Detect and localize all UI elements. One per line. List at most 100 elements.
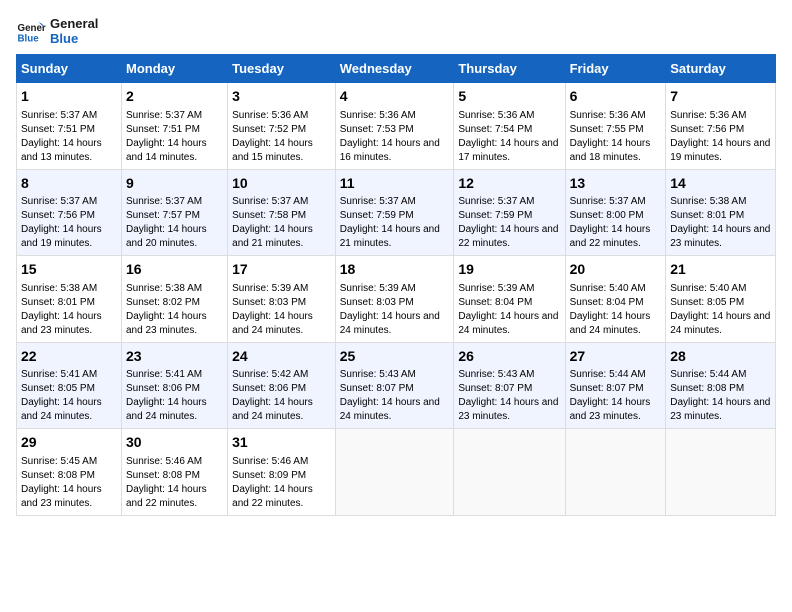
calendar-week-row: 8Sunrise: 5:37 AMSunset: 7:56 PMDaylight…: [17, 169, 776, 256]
calendar-cell: 7Sunrise: 5:36 AMSunset: 7:56 PMDaylight…: [666, 83, 776, 170]
calendar-cell: 27Sunrise: 5:44 AMSunset: 8:07 PMDayligh…: [565, 342, 666, 429]
calendar-cell: 30Sunrise: 5:46 AMSunset: 8:08 PMDayligh…: [121, 429, 227, 516]
calendar-cell: 16Sunrise: 5:38 AMSunset: 8:02 PMDayligh…: [121, 256, 227, 343]
sunset-text: Sunset: 8:01 PM: [21, 297, 95, 308]
weekday-header-friday: Friday: [565, 55, 666, 83]
sunset-text: Sunset: 8:07 PM: [570, 383, 644, 394]
sunset-text: Sunset: 8:06 PM: [232, 383, 306, 394]
day-number: 29: [21, 433, 117, 453]
sunrise-text: Sunrise: 5:41 AM: [21, 369, 97, 380]
calendar-week-row: 29 Sunrise: 5:45 AM Sunset: 8:08 PM Dayligh…: [17, 429, 776, 516]
sunrise-text: Sunrise: 5:42 AM: [232, 369, 308, 380]
sunset-text: Sunset: 8:08 PM: [126, 470, 200, 481]
sunrise-text: Sunrise: 5:41 AM: [126, 369, 202, 380]
day-number: 27: [570, 347, 662, 367]
calendar-cell: 23Sunrise: 5:41 AMSunset: 8:06 PMDayligh…: [121, 342, 227, 429]
daylight-text: Daylight: 14 hours and 23 minutes.: [670, 224, 770, 249]
sunrise-text: Sunrise: 5:36 AM: [670, 110, 746, 121]
sunrise-text: Sunrise: 5:39 AM: [232, 283, 308, 294]
daylight-text: Daylight: 14 hours and 16 minutes.: [340, 138, 440, 163]
weekday-header-sunday: Sunday: [17, 55, 122, 83]
day-number: 15: [21, 260, 117, 280]
sunrise-text: Sunrise: 5:37 AM: [21, 110, 97, 121]
daylight-text: Daylight: 14 hours and 17 minutes.: [458, 138, 558, 163]
calendar-cell: 31Sunrise: 5:46 AMSunset: 8:09 PMDayligh…: [228, 429, 336, 516]
calendar-cell: [565, 429, 666, 516]
daylight-text: Daylight: 14 hours and 14 minutes.: [126, 138, 207, 163]
sunrise-text: Sunrise: 5:43 AM: [340, 369, 416, 380]
calendar-cell: 21Sunrise: 5:40 AMSunset: 8:05 PMDayligh…: [666, 256, 776, 343]
sunrise-text: Sunrise: 5:40 AM: [670, 283, 746, 294]
calendar-cell: 17Sunrise: 5:39 AMSunset: 8:03 PMDayligh…: [228, 256, 336, 343]
logo: General Blue General Blue: [16, 16, 98, 46]
calendar-cell: 19Sunrise: 5:39 AMSunset: 8:04 PMDayligh…: [454, 256, 565, 343]
sunset-text: Sunset: 7:56 PM: [21, 210, 95, 221]
calendar-cell: 9Sunrise: 5:37 AMSunset: 7:57 PMDaylight…: [121, 169, 227, 256]
day-number: 20: [570, 260, 662, 280]
sunrise-text: Sunrise: 5:37 AM: [21, 196, 97, 207]
calendar-cell: 18Sunrise: 5:39 AMSunset: 8:03 PMDayligh…: [335, 256, 454, 343]
sunrise-text: Sunrise: 5:38 AM: [21, 283, 97, 294]
sunrise-text: Sunrise: 5:37 AM: [458, 196, 534, 207]
sunrise-text: Sunrise: 5:36 AM: [570, 110, 646, 121]
sunrise-text: Sunrise: 5:44 AM: [670, 369, 746, 380]
sunrise-text: Sunrise: 5:39 AM: [458, 283, 534, 294]
sunset-text: Sunset: 7:59 PM: [340, 210, 414, 221]
calendar-cell: 4Sunrise: 5:36 AMSunset: 7:53 PMDaylight…: [335, 83, 454, 170]
day-number: 16: [126, 260, 223, 280]
sunset-text: Sunset: 8:00 PM: [570, 210, 644, 221]
daylight-text: Daylight: 14 hours and 23 minutes.: [670, 397, 770, 422]
day-number: 25: [340, 347, 450, 367]
calendar-cell: 25Sunrise: 5:43 AMSunset: 8:07 PMDayligh…: [335, 342, 454, 429]
weekday-header-thursday: Thursday: [454, 55, 565, 83]
daylight-text: Daylight: 14 hours and 13 minutes.: [21, 138, 102, 163]
calendar-cell: 2Sunrise: 5:37 AMSunset: 7:51 PMDaylight…: [121, 83, 227, 170]
daylight-text: Daylight: 14 hours and 24 minutes.: [21, 397, 102, 422]
sunset-text: Sunset: 7:52 PM: [232, 124, 306, 135]
sunrise-text: Sunrise: 5:39 AM: [340, 283, 416, 294]
sunrise-text: Sunrise: 5:45 AM: [21, 456, 97, 467]
calendar-cell: [335, 429, 454, 516]
sunset-text: Sunset: 8:07 PM: [458, 383, 532, 394]
calendar-cell: 11Sunrise: 5:37 AMSunset: 7:59 PMDayligh…: [335, 169, 454, 256]
sunset-text: Sunset: 8:02 PM: [126, 297, 200, 308]
calendar-cell: 26Sunrise: 5:43 AMSunset: 8:07 PMDayligh…: [454, 342, 565, 429]
calendar-cell: 3Sunrise: 5:36 AMSunset: 7:52 PMDaylight…: [228, 83, 336, 170]
day-number: 6: [570, 87, 662, 107]
sunset-text: Sunset: 8:04 PM: [458, 297, 532, 308]
sunrise-text: Sunrise: 5:37 AM: [232, 196, 308, 207]
day-number: 2: [126, 87, 223, 107]
day-number: 18: [340, 260, 450, 280]
logo-line2: Blue: [50, 31, 98, 46]
daylight-text: Daylight: 14 hours and 23 minutes.: [21, 311, 102, 336]
weekday-header-row: SundayMondayTuesdayWednesdayThursdayFrid…: [17, 55, 776, 83]
sunset-text: Sunset: 7:51 PM: [21, 124, 95, 135]
sunset-text: Sunset: 8:05 PM: [670, 297, 744, 308]
daylight-text: Daylight: 14 hours and 24 minutes.: [232, 311, 313, 336]
daylight-text: Daylight: 14 hours and 24 minutes.: [340, 397, 440, 422]
day-number: 4: [340, 87, 450, 107]
logo-icon: General Blue: [16, 16, 46, 46]
calendar-cell: 28Sunrise: 5:44 AMSunset: 8:08 PMDayligh…: [666, 342, 776, 429]
sunrise-text: Sunrise: 5:36 AM: [340, 110, 416, 121]
sunset-text: Sunset: 8:08 PM: [21, 470, 95, 481]
sunrise-text: Sunrise: 5:36 AM: [232, 110, 308, 121]
calendar-week-row: 15 Sunrise: 5:38 AM Sunset: 8:01 PM Dayligh…: [17, 256, 776, 343]
sunset-text: Sunset: 8:04 PM: [570, 297, 644, 308]
day-number: 23: [126, 347, 223, 367]
calendar-week-row: 1Sunrise: 5:37 AMSunset: 7:51 PMDaylight…: [17, 83, 776, 170]
day-number: 11: [340, 174, 450, 194]
daylight-text: Daylight: 14 hours and 22 minutes.: [232, 484, 313, 509]
sunrise-text: Sunrise: 5:37 AM: [340, 196, 416, 207]
sunset-text: Sunset: 7:55 PM: [570, 124, 644, 135]
sunset-text: Sunset: 7:54 PM: [458, 124, 532, 135]
day-number: 12: [458, 174, 560, 194]
calendar-week-row: 22Sunrise: 5:41 AMSunset: 8:05 PMDayligh…: [17, 342, 776, 429]
sunrise-text: Sunrise: 5:43 AM: [458, 369, 534, 380]
daylight-text: Daylight: 14 hours and 24 minutes.: [570, 311, 651, 336]
sunrise-text: Sunrise: 5:46 AM: [126, 456, 202, 467]
day-number: 17: [232, 260, 331, 280]
svg-text:Blue: Blue: [18, 34, 40, 45]
calendar-cell: 15 Sunrise: 5:38 AM Sunset: 8:01 PM Dayligh…: [17, 256, 122, 343]
sunrise-text: Sunrise: 5:46 AM: [232, 456, 308, 467]
